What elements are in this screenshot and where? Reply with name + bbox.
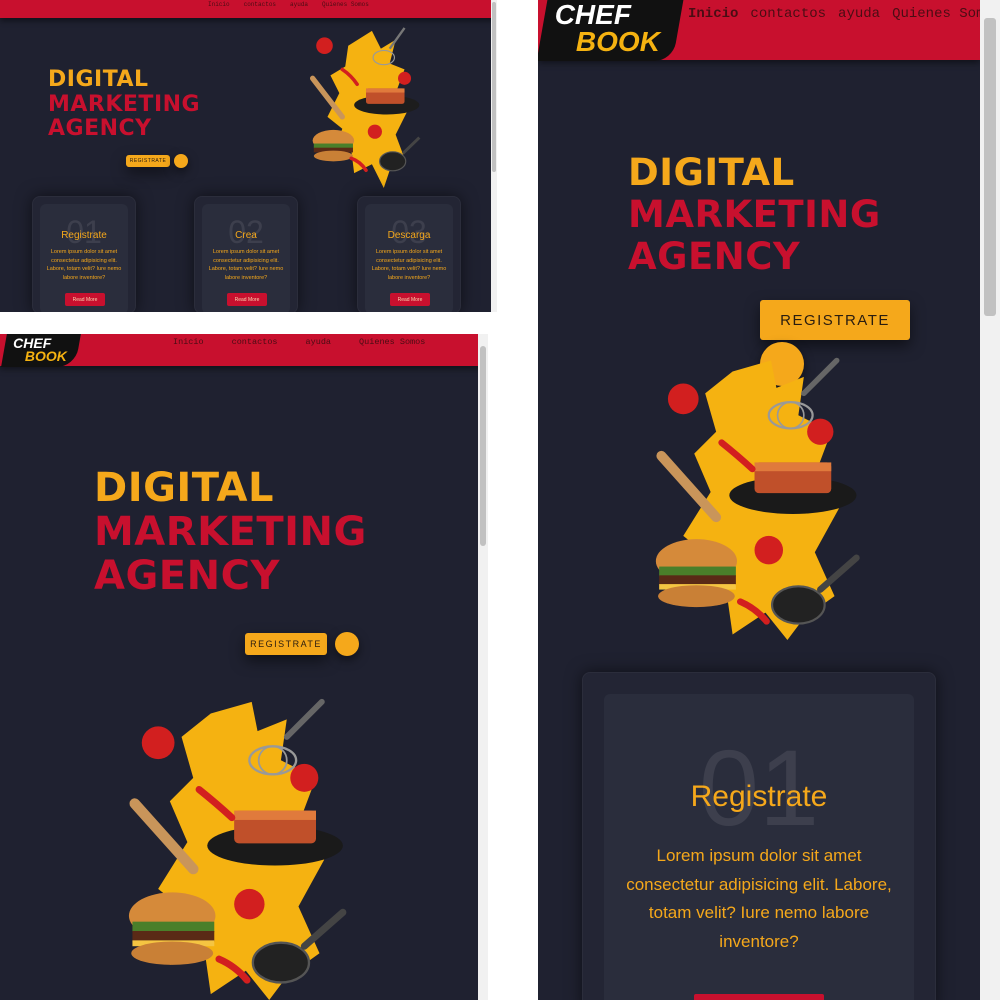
- logo-text-chef: CHEF: [554, 0, 631, 30]
- logo-text-book: BOOK: [24, 348, 67, 365]
- scroll-dot[interactable]: [174, 154, 188, 168]
- card-title: Registrate: [690, 780, 828, 813]
- card-text: Lorem ipsum dolor sit amet consectetur a…: [46, 249, 122, 281]
- food-illustration: [128, 698, 347, 1000]
- nav-quienes-somos[interactable]: Quienes Somos: [892, 6, 980, 22]
- feature-card-1: 01 Registrate Lorem ipsum dolor sit amet…: [32, 196, 136, 312]
- hero-title-line3: AGENCY: [48, 116, 152, 142]
- burger-icon: [312, 129, 355, 162]
- feature-card-3: 03 Descarga Lorem ipsum dolor sit amet c…: [357, 196, 461, 312]
- hero-title: DIGITAL MARKETING AGENCY: [48, 67, 201, 142]
- page-scrollbar[interactable]: [980, 0, 1000, 1000]
- hero-title-line1: DIGITAL: [628, 151, 795, 194]
- feature-card-1: 01 Registrate Lorem ipsum dolor sit amet…: [582, 672, 936, 1000]
- hero-title: DIGITAL MARKETING AGENCY: [628, 152, 881, 277]
- page-scrollbar-thumb[interactable]: [984, 18, 996, 316]
- card-text: Lorem ipsum dolor sit amet consectetur a…: [626, 846, 892, 951]
- read-more-button[interactable]: Read More: [65, 293, 105, 306]
- nav-contactos[interactable]: contactos: [244, 1, 276, 8]
- read-more-button[interactable]: Read More: [390, 293, 430, 306]
- main-nav: Inicio contactos ayuda Quienes Somos: [173, 337, 425, 347]
- card-title: Crea: [235, 230, 257, 241]
- header-bar: CHEF BOOK Inicio contactos ayuda Quienes…: [0, 334, 488, 367]
- main-nav: Inicio contactos ayuda Quienes Somos: [208, 1, 369, 8]
- logo-text-book: BOOK: [576, 25, 661, 57]
- burger-icon: [655, 539, 737, 608]
- nav-contactos[interactable]: contactos: [232, 337, 278, 347]
- card-text: Lorem ipsum dolor sit amet consectetur a…: [371, 249, 447, 281]
- brand-logo[interactable]: CHEF BOOK: [538, 0, 684, 62]
- scrollbar-thumb[interactable]: [492, 2, 496, 172]
- burger-icon: [128, 892, 216, 965]
- nav-inicio[interactable]: Inicio: [208, 1, 230, 8]
- food-illustration: [655, 357, 860, 640]
- brand-logo[interactable]: CHEF BOOK: [1, 334, 81, 367]
- hero-title-line3: AGENCY: [628, 234, 801, 278]
- nav-quienes-somos[interactable]: Quienes Somos: [322, 1, 369, 8]
- register-button[interactable]: REGISTRATE: [760, 300, 910, 340]
- main-nav: Inicio contactos ayuda Quienes Somos: [688, 6, 980, 22]
- scrollbar[interactable]: [491, 0, 497, 312]
- hero-title-line3: AGENCY: [94, 553, 280, 599]
- card-title: Registrate: [61, 230, 107, 241]
- register-button[interactable]: REGISTRATE: [126, 155, 170, 167]
- read-more-button[interactable]: Read More: [694, 994, 824, 1000]
- header-bar: Inicio contactos ayuda Quienes Somos: [0, 0, 497, 18]
- card-title: Descarga: [387, 230, 431, 241]
- hero-title-line2: MARKETING: [94, 509, 367, 555]
- read-more-button[interactable]: Read More: [227, 293, 267, 306]
- nav-ayuda[interactable]: ayuda: [290, 1, 308, 8]
- hero-title-line1: DIGITAL: [94, 465, 274, 511]
- nav-inicio[interactable]: Inicio: [173, 337, 204, 347]
- scroll-dot[interactable]: [335, 632, 359, 656]
- hero-title-line1: DIGITAL: [48, 67, 149, 92]
- desktop-view-panel: Inicio contactos ayuda Quienes Somos DIG…: [0, 0, 497, 312]
- header-bar: CHEF BOOK Inicio contactos ayuda Quienes…: [538, 0, 980, 62]
- hero-title: DIGITAL MARKETING AGENCY: [94, 466, 367, 598]
- tablet-view-panel: CHEF BOOK Inicio contactos ayuda Quienes…: [0, 334, 488, 1000]
- hero-title-line2: MARKETING: [628, 192, 881, 236]
- feature-card-2: 02 Crea Lorem ipsum dolor sit amet conse…: [194, 196, 298, 312]
- nav-inicio[interactable]: Inicio: [688, 6, 738, 22]
- nav-contactos[interactable]: contactos: [750, 6, 826, 22]
- card-text: Lorem ipsum dolor sit amet consectetur a…: [208, 249, 284, 281]
- nav-quienes-somos[interactable]: Quienes Somos: [359, 337, 425, 347]
- food-illustration: [309, 27, 421, 188]
- scrollbar-thumb[interactable]: [480, 346, 486, 546]
- register-button[interactable]: REGISTRATE: [245, 633, 327, 655]
- scrollbar[interactable]: [478, 334, 488, 1000]
- nav-ayuda[interactable]: ayuda: [838, 6, 880, 22]
- mobile-view-panel: CHEF BOOK Inicio contactos ayuda Quienes…: [538, 0, 980, 1000]
- hero-title-line2: MARKETING: [48, 91, 201, 117]
- nav-ayuda[interactable]: ayuda: [306, 337, 332, 347]
